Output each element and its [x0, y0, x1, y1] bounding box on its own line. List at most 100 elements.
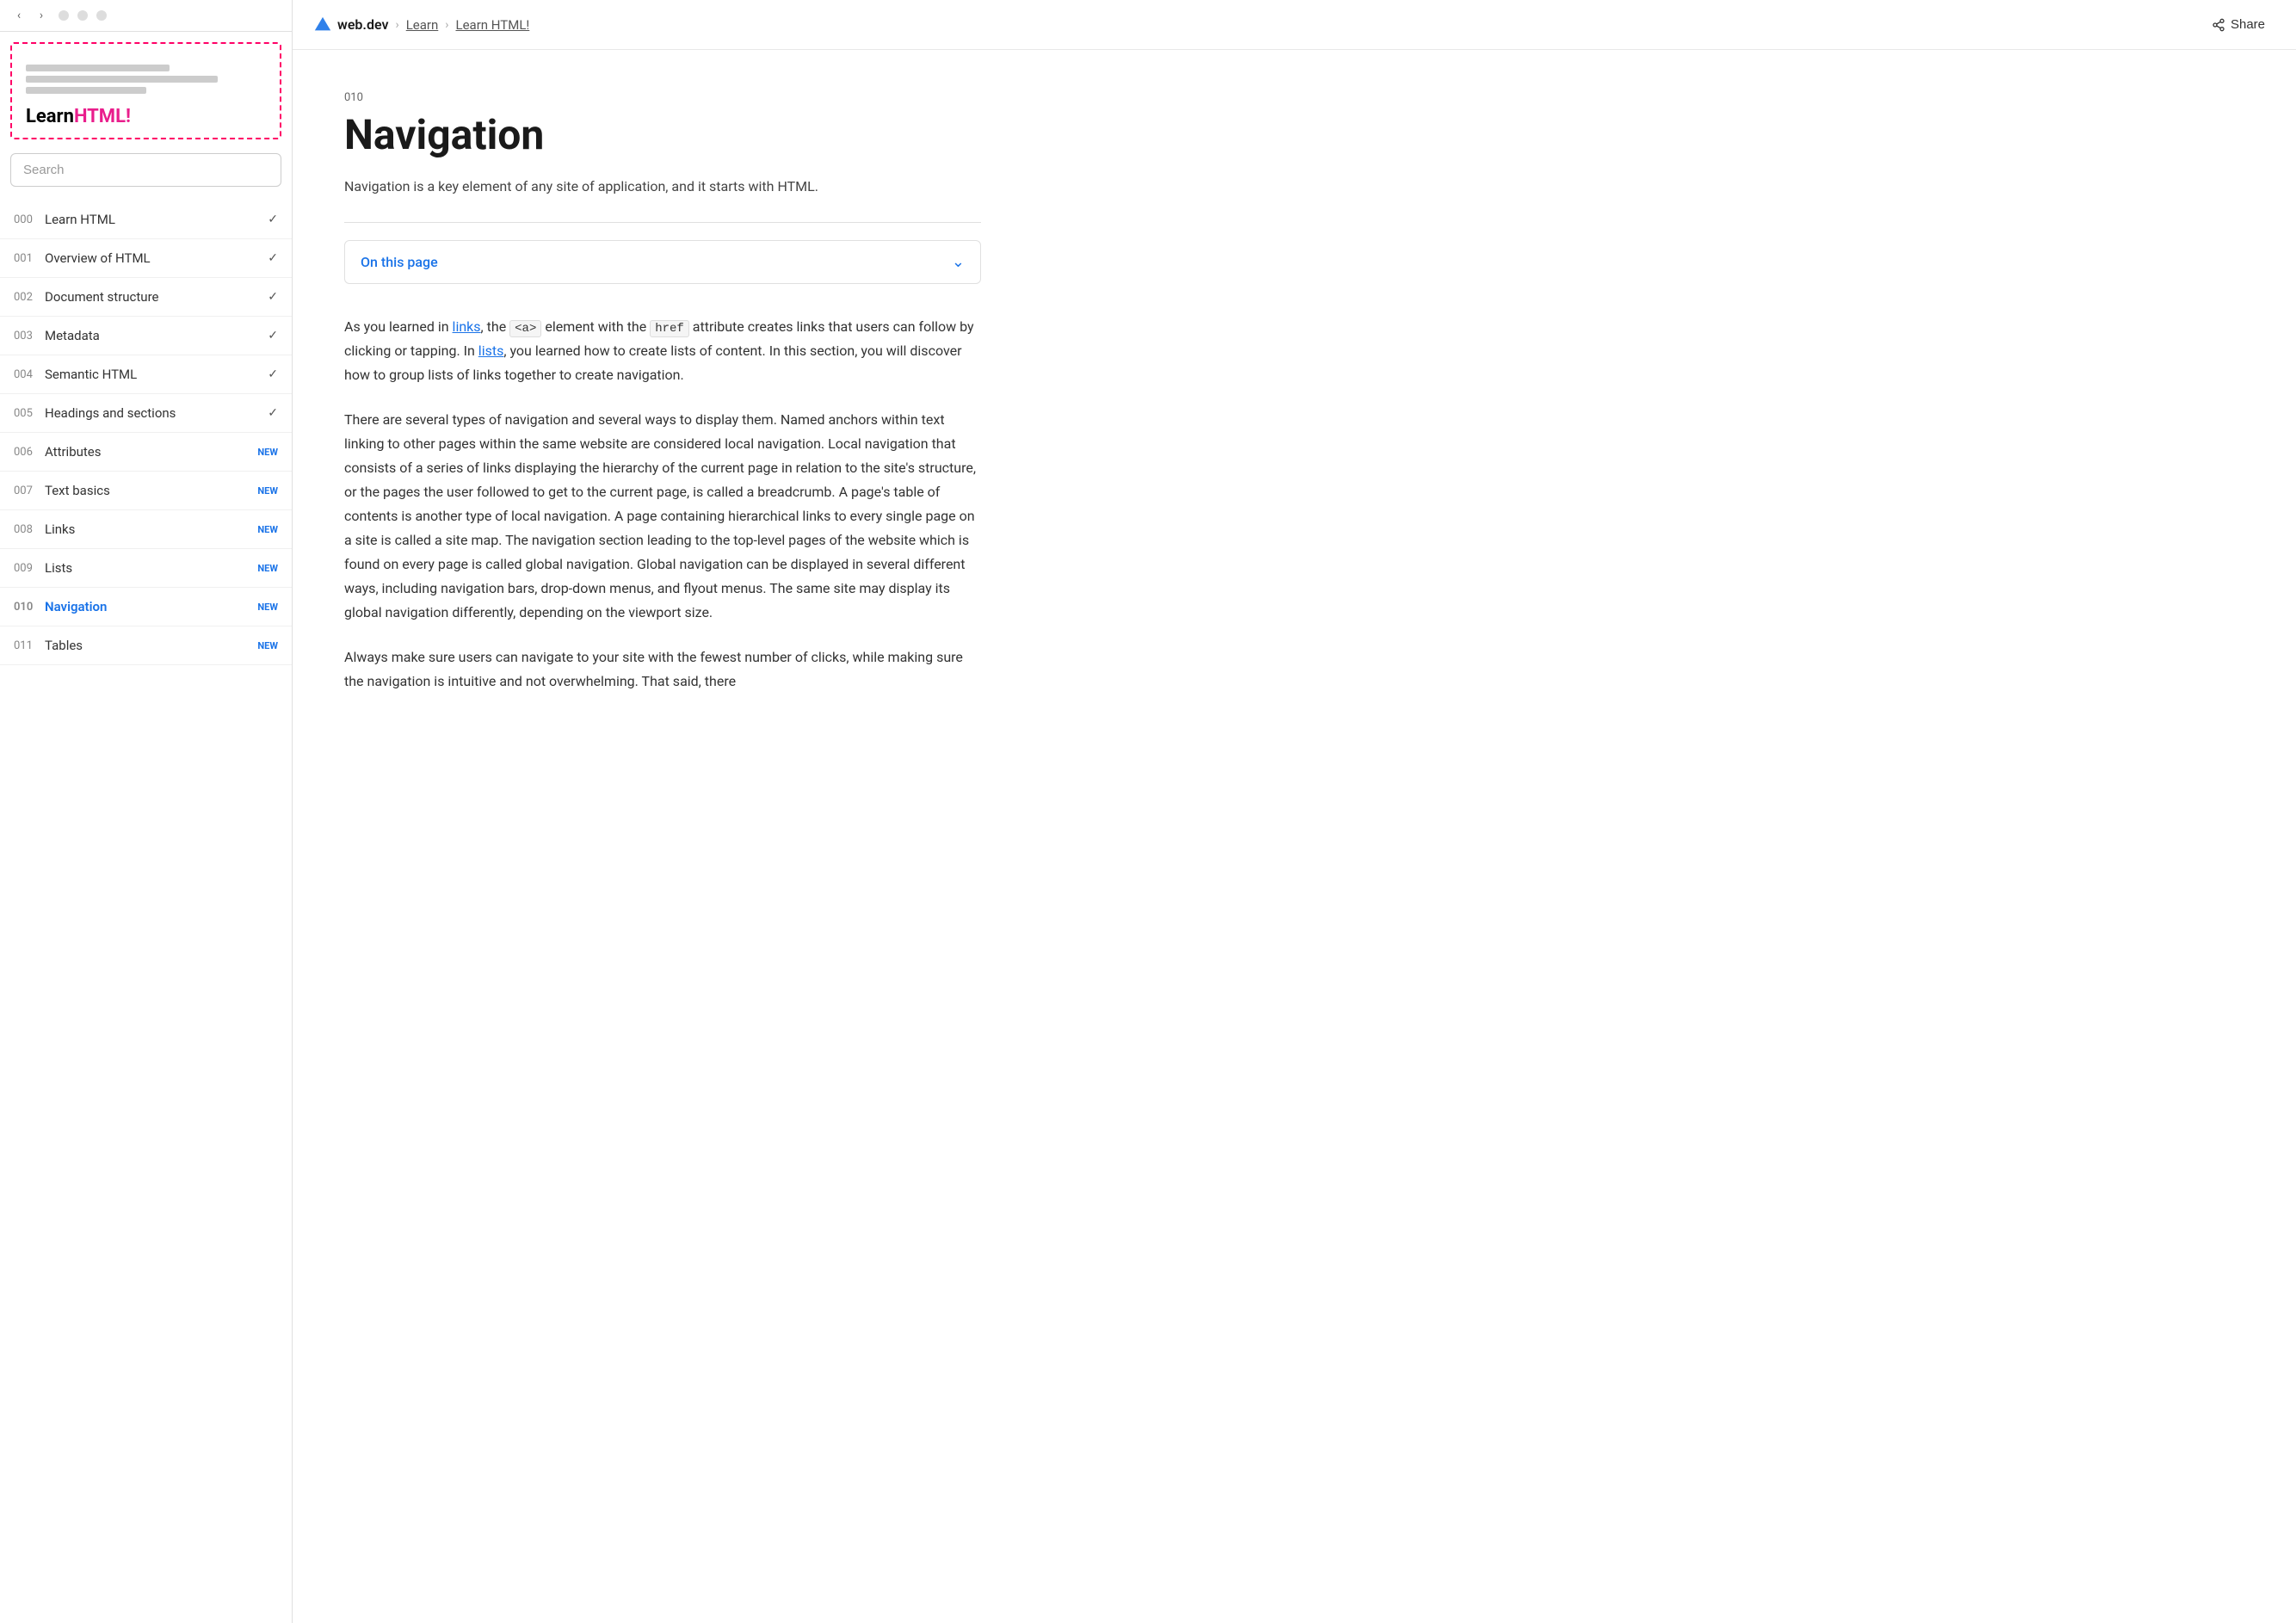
- breadcrumb-sep-2: ›: [445, 18, 448, 32]
- nav-item-num: 011: [14, 639, 45, 652]
- new-badge: NEW: [257, 602, 278, 613]
- article-paragraph-1: As you learned in links, the <a> element…: [344, 315, 981, 388]
- browser-dot: [77, 10, 88, 21]
- logo-bar: [26, 65, 170, 71]
- p3-text: Always make sure users can navigate to y…: [344, 649, 963, 689]
- nav-item-001[interactable]: 001Overview of HTML ✓: [0, 239, 292, 278]
- share-icon: [2212, 18, 2225, 32]
- back-arrow[interactable]: ‹: [10, 7, 28, 24]
- divider-top: [344, 222, 981, 223]
- logo-area: LearnHTML!: [10, 42, 281, 139]
- logo-mock: [26, 58, 266, 97]
- article-paragraph-2: There are several types of navigation an…: [344, 408, 981, 625]
- new-badge: NEW: [257, 447, 278, 458]
- nav-item-label: Overview of HTML: [45, 250, 261, 266]
- browser-chrome: ‹ ›: [0, 0, 292, 32]
- learn-text: Learn: [26, 106, 74, 127]
- nav-item-label: Links: [45, 521, 250, 537]
- nav-item-002[interactable]: 002Document structure ✓: [0, 278, 292, 317]
- webdev-logo: [313, 15, 332, 34]
- main-content: web.dev › Learn › Learn HTML! Share 010 …: [293, 0, 2296, 1623]
- nav-item-num: 007: [14, 484, 45, 497]
- nav-item-label: Semantic HTML: [45, 367, 261, 382]
- check-icon: ✓: [268, 251, 278, 265]
- nav-item-008[interactable]: 008Links NEW: [0, 510, 292, 549]
- nav-item-label: Text basics: [45, 483, 250, 498]
- nav-item-num: 003: [14, 330, 45, 342]
- nav-item-010[interactable]: 010Navigation NEW: [0, 588, 292, 626]
- forward-arrow[interactable]: ›: [33, 7, 50, 24]
- nav-item-005[interactable]: 005Headings and sections ✓: [0, 394, 292, 433]
- p1-text-start: As you learned in: [344, 318, 453, 335]
- nav-item-num: 006: [14, 446, 45, 459]
- nav-item-label: Metadata: [45, 328, 261, 343]
- browser-nav: ‹ ›: [10, 7, 50, 24]
- check-icon: ✓: [268, 290, 278, 304]
- nav-item-label: Attributes: [45, 444, 250, 460]
- check-icon: ✓: [268, 213, 278, 226]
- nav-item-num: 005: [14, 407, 45, 420]
- nav-item-label: Tables: [45, 638, 250, 653]
- nav-item-009[interactable]: 009Lists NEW: [0, 549, 292, 588]
- article-area: 010 Navigation Navigation is a key eleme…: [293, 50, 1033, 756]
- breadcrumb: web.dev › Learn › Learn HTML!: [313, 15, 529, 34]
- nav-item-num: 000: [14, 213, 45, 226]
- share-label: Share: [2231, 17, 2265, 32]
- check-icon: ✓: [268, 406, 278, 420]
- nav-item-label: Navigation: [45, 599, 250, 614]
- article-body: As you learned in links, the <a> element…: [344, 315, 981, 694]
- search-box: [10, 153, 281, 187]
- nav-item-label: Lists: [45, 560, 250, 576]
- nav-item-num: 001: [14, 252, 45, 265]
- nav-item-011[interactable]: 011Tables NEW: [0, 626, 292, 665]
- check-icon: ✓: [268, 329, 278, 342]
- nav-item-num: 004: [14, 368, 45, 381]
- nav-item-006[interactable]: 006Attributes NEW: [0, 433, 292, 472]
- brand-logo-area[interactable]: web.dev: [313, 15, 389, 34]
- logo-bar: [26, 87, 146, 94]
- nav-list: 000Learn HTML✓001Overview of HTML✓002Doc…: [0, 201, 292, 700]
- browser-dot: [96, 10, 107, 21]
- nav-item-num: 008: [14, 523, 45, 536]
- on-this-page-toggle[interactable]: On this page ⌄: [344, 240, 981, 284]
- article-number: 010: [344, 91, 981, 104]
- html-text: HTML!: [74, 106, 131, 127]
- article-subtitle: Navigation is a key element of any site …: [344, 176, 981, 198]
- href-code: href: [650, 320, 689, 337]
- nav-item-000[interactable]: 000Learn HTML ✓: [0, 201, 292, 239]
- brand-name: web.dev: [337, 16, 389, 33]
- nav-item-004[interactable]: 004Semantic HTML ✓: [0, 355, 292, 394]
- top-bar: web.dev › Learn › Learn HTML! Share: [293, 0, 2296, 50]
- new-badge: NEW: [257, 524, 278, 535]
- a-tag-code: <a>: [509, 320, 541, 337]
- breadcrumb-learn[interactable]: Learn: [406, 17, 439, 33]
- nav-item-label: Document structure: [45, 289, 261, 305]
- nav-item-label: Headings and sections: [45, 405, 261, 421]
- logo-bar: [26, 76, 218, 83]
- nav-item-label: Learn HTML: [45, 212, 261, 227]
- lists-link[interactable]: lists: [478, 342, 504, 359]
- nav-item-007[interactable]: 007Text basics NEW: [0, 472, 292, 510]
- browser-dot: [59, 10, 69, 21]
- sidebar-title: LearnHTML!: [26, 106, 266, 127]
- new-badge: NEW: [257, 563, 278, 574]
- search-input[interactable]: [10, 153, 281, 187]
- nav-item-num: 002: [14, 291, 45, 304]
- breadcrumb-sep-1: ›: [396, 18, 399, 32]
- article-paragraph-3: Always make sure users can navigate to y…: [344, 645, 981, 694]
- check-icon: ✓: [268, 367, 278, 381]
- article-title: Navigation: [344, 111, 981, 158]
- links-link[interactable]: links: [453, 318, 481, 335]
- chevron-down-icon: ⌄: [952, 253, 965, 271]
- breadcrumb-current[interactable]: Learn HTML!: [456, 17, 530, 33]
- p1-text-mid1: , the: [481, 318, 510, 335]
- p1-text-mid2: element with the: [541, 318, 650, 335]
- nav-item-num: 010: [14, 601, 45, 614]
- on-this-page-label: On this page: [361, 254, 438, 270]
- sidebar: ‹ › LearnHTML! 000Learn HTML✓001Overview…: [0, 0, 293, 1623]
- share-button[interactable]: Share: [2201, 12, 2275, 37]
- new-badge: NEW: [257, 640, 278, 651]
- nav-item-num: 009: [14, 562, 45, 575]
- new-badge: NEW: [257, 485, 278, 497]
- nav-item-003[interactable]: 003Metadata ✓: [0, 317, 292, 355]
